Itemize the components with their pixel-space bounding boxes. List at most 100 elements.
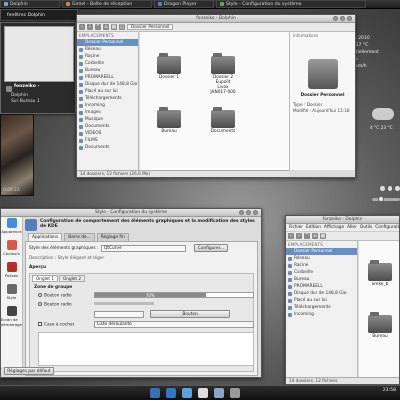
preview-button[interactable]: Bouton xyxy=(150,310,230,318)
sidebar-item[interactable]: PROMAREELL xyxy=(77,74,138,81)
taskbar-task[interactable]: Dolphin xyxy=(0,0,60,8)
files-icon[interactable] xyxy=(214,388,224,398)
taskbar-task[interactable]: Dragon Player xyxy=(154,0,214,8)
folder-item[interactable]: amke_b xyxy=(367,260,393,287)
video-player-thumbnail[interactable]: 0:00:23 xyxy=(0,114,34,196)
minimize-icon[interactable] xyxy=(239,210,244,215)
sidebar-item[interactable]: VIDEOS xyxy=(77,130,138,137)
sidebar-item[interactable]: Dossier Personnel xyxy=(77,39,138,46)
sidebar-item[interactable]: Dossier Personnel xyxy=(286,248,357,255)
radio-icon[interactable] xyxy=(38,293,42,297)
settings-icon[interactable] xyxy=(230,388,240,398)
up-icon[interactable]: ^ xyxy=(95,24,101,30)
task-tooltip[interactable]: fonzeiko - Dolphin Sur Bureau 1 xyxy=(0,22,76,114)
config-tab[interactable]: Barre de... xyxy=(64,233,95,241)
category-item[interactable]: Style xyxy=(1,283,22,305)
back-icon[interactable]: ‹ xyxy=(288,233,294,239)
folder-item[interactable]: Bureau xyxy=(367,312,393,339)
preview-tab-1[interactable]: Onglet 1 xyxy=(32,275,58,282)
maximize-icon[interactable] xyxy=(340,16,345,21)
home-icon[interactable]: ⌂ xyxy=(103,24,109,30)
config-tab[interactable]: Réglage fin xyxy=(96,233,129,241)
view-icon[interactable]: ▦ xyxy=(111,24,117,30)
config-tab[interactable]: Applications xyxy=(28,233,63,241)
play-icon[interactable] xyxy=(387,185,393,191)
taskbar-task[interactable]: Gimel - Boîte de réception xyxy=(62,0,152,8)
forward-icon[interactable]: › xyxy=(296,233,302,239)
sidebar-item[interactable]: Incoming xyxy=(286,311,357,318)
next-icon[interactable] xyxy=(395,185,400,191)
up-icon[interactable]: ^ xyxy=(304,233,310,239)
sidebar-item[interactable]: Téléchargements xyxy=(77,95,138,102)
category-item[interactable]: Couleurs xyxy=(1,239,22,261)
split-icon[interactable]: ◫ xyxy=(119,24,125,30)
preview-textarea[interactable] xyxy=(38,332,254,366)
sidebar-item[interactable]: Disque dur de 148,8 Gio xyxy=(77,81,138,88)
sidebar-item[interactable]: Réseau xyxy=(77,46,138,53)
breadcrumb[interactable]: Dossier Personnel xyxy=(127,24,174,30)
prev-icon[interactable] xyxy=(380,185,385,191)
menu-item[interactable]: Configuration xyxy=(375,225,400,230)
preview-checkbox[interactable]: Case à cocher xyxy=(44,323,74,328)
configure-button[interactable]: Configurer... xyxy=(194,244,228,252)
close-icon[interactable] xyxy=(253,210,258,215)
taskbar-task[interactable]: Style - Configuration du système xyxy=(216,0,366,8)
sidebar-item[interactable]: Documents xyxy=(77,123,138,130)
dolphin-titlebar[interactable]: fonzeiko - Dolphin xyxy=(77,15,355,23)
radio-icon[interactable] xyxy=(38,302,42,306)
forward-icon[interactable]: › xyxy=(87,24,93,30)
music-icon[interactable] xyxy=(182,388,192,398)
minimize-icon[interactable] xyxy=(333,16,338,21)
file-view[interactable]: Dossier 1 Dossier 2 Eupolit Livox JAN017-… xyxy=(140,32,289,170)
preview-combo[interactable]: Liste déroulante xyxy=(94,321,254,328)
sidebar-item[interactable]: Documents xyxy=(77,144,138,151)
config-window[interactable]: Style - Configuration du système Apparen… xyxy=(0,208,262,378)
category-item[interactable]: Polices xyxy=(1,261,22,283)
folder-item[interactable]: Bureau xyxy=(156,107,182,134)
mail-icon[interactable] xyxy=(198,388,208,398)
sidebar-item[interactable]: Réseau xyxy=(286,255,357,262)
sidebar-item[interactable]: Racine xyxy=(286,262,357,269)
sidebar-item[interactable]: Incoming xyxy=(77,102,138,109)
sidebar-item[interactable]: Bureau xyxy=(77,67,138,74)
maximize-icon[interactable] xyxy=(246,210,251,215)
volume-slider[interactable] xyxy=(372,196,400,202)
category-item[interactable]: Apparence xyxy=(1,217,22,239)
sidebar-item[interactable]: Racine xyxy=(77,53,138,60)
sidebar-item[interactable]: Corbeille xyxy=(286,269,357,276)
sidebar-item[interactable]: Téléchargements xyxy=(286,304,357,311)
folder-item[interactable]: Documents xyxy=(210,107,236,134)
file-view-2[interactable]: amke_b Bureau xyxy=(359,241,399,377)
sidebar-item[interactable]: FILMS xyxy=(77,137,138,144)
preview-spinbox[interactable] xyxy=(94,311,144,318)
folder-item[interactable]: Dossier 1 xyxy=(156,53,182,80)
preview-tab-2[interactable]: Onglet 2 xyxy=(59,275,85,282)
browser-icon[interactable] xyxy=(166,388,176,398)
radio-1[interactable]: Bouton radio xyxy=(44,294,72,299)
radio-2[interactable]: Bouton radio xyxy=(44,303,72,308)
preview-slider[interactable] xyxy=(94,302,154,305)
view-icon[interactable]: ▦ xyxy=(320,233,326,239)
folder-item[interactable]: Dossier 2 Eupolit Livox JAN017-000 xyxy=(210,53,236,95)
sidebar-item[interactable]: Disque dur de 148,8 Gio xyxy=(286,290,357,297)
sidebar-item[interactable]: Corbeille xyxy=(77,60,138,67)
window-thumbnail[interactable] xyxy=(4,26,74,82)
start-icon[interactable] xyxy=(150,388,160,398)
sidebar-item[interactable]: Placé au sur lui xyxy=(77,88,138,95)
menu-item[interactable]: Fichier xyxy=(289,225,303,230)
sidebar-item[interactable]: Bureau xyxy=(286,276,357,283)
sidebar-item[interactable]: Placé au sur lui xyxy=(286,297,357,304)
checkbox-icon[interactable] xyxy=(38,322,42,326)
menu-item[interactable]: Aller xyxy=(347,225,357,230)
dolphin-window[interactable]: fonzeiko - Dolphin ‹ › ^ ⌂ ▦ ◫ Dossier P… xyxy=(76,14,356,178)
config-titlebar[interactable]: Style - Configuration du système xyxy=(1,209,261,217)
menu-item[interactable]: Affichage xyxy=(324,225,344,230)
sidebar-item[interactable]: PROMAREELL xyxy=(286,283,357,290)
back-icon[interactable]: ‹ xyxy=(79,24,85,30)
menu-item[interactable]: Edition xyxy=(306,225,321,230)
home-icon[interactable]: ⌂ xyxy=(312,233,318,239)
sidebar-item[interactable]: Musique xyxy=(77,116,138,123)
style-combo[interactable]: QtCurve xyxy=(101,245,186,252)
defaults-button[interactable]: Réglages par défaut xyxy=(4,367,54,375)
slider-handle[interactable] xyxy=(378,196,384,202)
